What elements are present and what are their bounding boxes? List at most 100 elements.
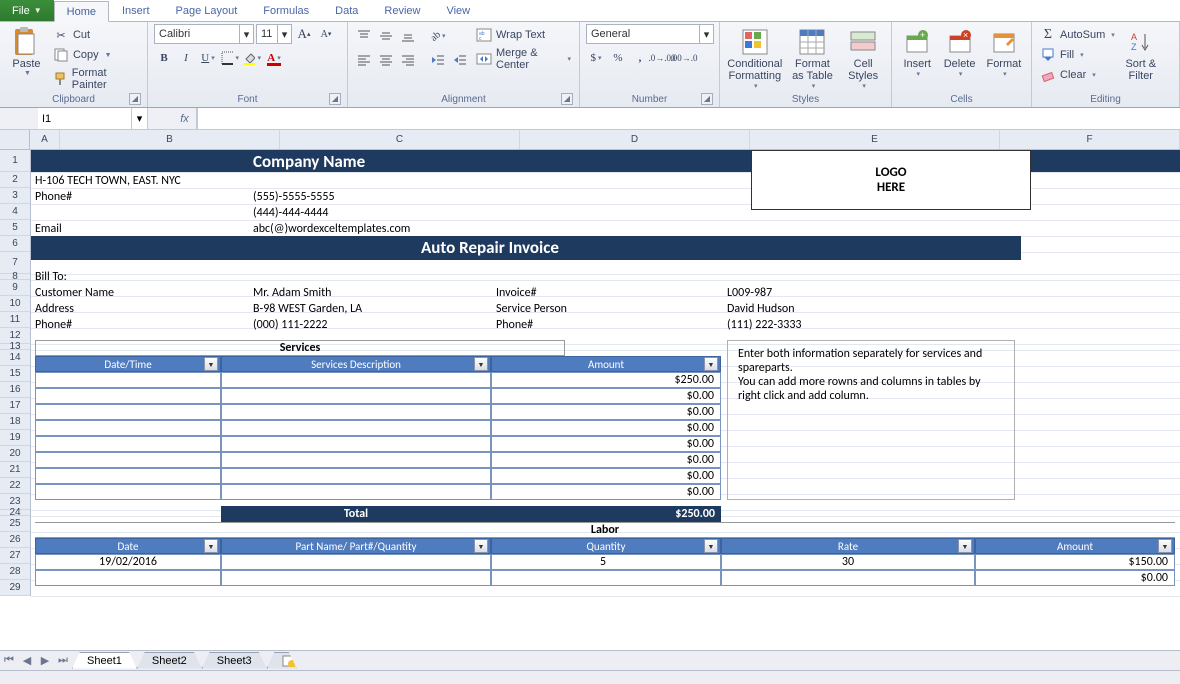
services-cell[interactable] bbox=[35, 404, 221, 420]
sort-filter-button[interactable]: AZ Sort & Filter bbox=[1121, 24, 1161, 82]
comma-format-button[interactable]: , bbox=[630, 48, 650, 68]
wrap-text-button[interactable]: abc Wrap Text bbox=[474, 26, 573, 44]
column-header-C[interactable]: C bbox=[280, 130, 520, 149]
row-header-22[interactable]: 22 bbox=[0, 478, 30, 494]
services-cell[interactable] bbox=[35, 468, 221, 484]
row-header-3[interactable]: 3 bbox=[0, 188, 30, 204]
sheet-tab-1[interactable]: Sheet1 bbox=[72, 652, 137, 669]
services-col-datetime[interactable]: Date/Time ▼ bbox=[35, 356, 221, 372]
sheet-nav-first[interactable]: ⏮ bbox=[0, 654, 18, 667]
border-button[interactable]: ▾ bbox=[220, 48, 240, 68]
filter-dropdown-icon[interactable]: ▼ bbox=[474, 539, 488, 553]
labor-rate[interactable]: 30 bbox=[721, 554, 975, 570]
sheet-nav-prev[interactable]: ◀ bbox=[18, 654, 36, 667]
tab-home[interactable]: Home bbox=[54, 1, 109, 22]
new-sheet-button[interactable] bbox=[267, 652, 297, 669]
format-as-table-button[interactable]: Format as Table▾ bbox=[788, 24, 838, 90]
underline-button[interactable]: U▾ bbox=[198, 48, 218, 68]
tab-pagelayout[interactable]: Page Layout bbox=[163, 0, 251, 21]
insert-cells-button[interactable]: + Insert▾ bbox=[898, 24, 936, 78]
dialog-launcher-icon[interactable]: ◢ bbox=[561, 93, 573, 105]
fill-button[interactable]: Fill▾ bbox=[1038, 46, 1117, 64]
labor-qty2[interactable] bbox=[491, 570, 721, 586]
services-cell[interactable]: $0.00 bbox=[491, 420, 721, 436]
labor-col-part[interactable]: Part Name/ Part#/Quantity▼ bbox=[221, 538, 491, 554]
dialog-launcher-icon[interactable]: ◢ bbox=[129, 93, 141, 105]
labor-col-amount[interactable]: Amount▼ bbox=[975, 538, 1175, 554]
row-header-18[interactable]: 18 bbox=[0, 414, 30, 430]
sheet-nav-next[interactable]: ▶ bbox=[36, 654, 54, 667]
services-cell[interactable]: $0.00 bbox=[491, 436, 721, 452]
services-cell[interactable] bbox=[221, 436, 491, 452]
filter-dropdown-icon[interactable]: ▼ bbox=[704, 357, 718, 371]
row-header-20[interactable]: 20 bbox=[0, 446, 30, 462]
tab-insert[interactable]: Insert bbox=[109, 0, 163, 21]
select-all-corner[interactable] bbox=[0, 130, 30, 150]
services-cell[interactable] bbox=[35, 436, 221, 452]
decrease-font-button[interactable]: A▾ bbox=[316, 24, 336, 44]
services-cell[interactable] bbox=[35, 372, 221, 388]
row-header-10[interactable]: 10 bbox=[0, 296, 30, 312]
row-header-15[interactable]: 15 bbox=[0, 366, 30, 382]
row-header-9[interactable]: 9 bbox=[0, 280, 30, 296]
services-cell[interactable] bbox=[221, 420, 491, 436]
formula-bar-input[interactable] bbox=[198, 108, 1180, 129]
align-top-button[interactable] bbox=[354, 26, 374, 46]
row-header-29[interactable]: 29 bbox=[0, 580, 30, 596]
accounting-format-button[interactable]: $▾ bbox=[586, 48, 606, 68]
merge-center-button[interactable]: Merge & Center ▾ bbox=[474, 46, 573, 72]
tab-data[interactable]: Data bbox=[322, 0, 371, 21]
name-box[interactable]: I1 ▾ bbox=[38, 108, 148, 129]
labor-date[interactable]: 19/02/2016 bbox=[35, 554, 221, 570]
align-right-button[interactable] bbox=[398, 50, 418, 70]
column-header-B[interactable]: B bbox=[60, 130, 280, 149]
services-cell[interactable]: $0.00 bbox=[491, 484, 721, 500]
row-header-27[interactable]: 27 bbox=[0, 548, 30, 564]
row-header-16[interactable]: 16 bbox=[0, 382, 30, 398]
horizontal-scrollbar[interactable] bbox=[0, 670, 1180, 684]
services-col-amount[interactable]: Amount ▼ bbox=[491, 356, 721, 372]
decrease-indent-button[interactable] bbox=[428, 50, 448, 70]
row-header-26[interactable]: 26 bbox=[0, 532, 30, 548]
labor-part[interactable] bbox=[221, 554, 491, 570]
cell-styles-button[interactable]: Cell Styles▾ bbox=[841, 24, 885, 90]
services-cell[interactable] bbox=[35, 452, 221, 468]
services-cell[interactable] bbox=[35, 484, 221, 500]
services-cell[interactable] bbox=[221, 372, 491, 388]
services-cell[interactable]: $0.00 bbox=[491, 404, 721, 420]
tab-review[interactable]: Review bbox=[371, 0, 433, 21]
row-header-4[interactable]: 4 bbox=[0, 204, 30, 220]
orientation-button[interactable]: ab▾ bbox=[428, 26, 448, 46]
filter-dropdown-icon[interactable]: ▼ bbox=[704, 539, 718, 553]
row-header-5[interactable]: 5 bbox=[0, 220, 30, 236]
cut-button[interactable]: ✂ Cut bbox=[51, 26, 141, 44]
increase-decimal-button[interactable]: .0→.00 bbox=[652, 48, 672, 68]
services-cell[interactable]: $0.00 bbox=[491, 452, 721, 468]
services-cell[interactable] bbox=[221, 468, 491, 484]
row-header-2[interactable]: 2 bbox=[0, 172, 30, 188]
services-cell[interactable] bbox=[221, 388, 491, 404]
row-header-1[interactable]: 1 bbox=[0, 150, 30, 172]
filter-dropdown-icon[interactable]: ▼ bbox=[474, 357, 488, 371]
file-tab[interactable]: File ▼ bbox=[0, 0, 54, 21]
row-header-28[interactable]: 28 bbox=[0, 564, 30, 580]
autosum-button[interactable]: Σ AutoSum▾ bbox=[1038, 26, 1117, 44]
number-format-combo[interactable]: General ▾ bbox=[586, 24, 714, 44]
dialog-launcher-icon[interactable]: ◢ bbox=[329, 93, 341, 105]
format-painter-button[interactable]: Format Painter bbox=[51, 66, 141, 92]
labor-col-date[interactable]: Date▼ bbox=[35, 538, 221, 554]
tab-formulas[interactable]: Formulas bbox=[250, 0, 322, 21]
labor-rate2[interactable] bbox=[721, 570, 975, 586]
column-header-E[interactable]: E bbox=[750, 130, 1000, 149]
conditional-formatting-button[interactable]: Conditional Formatting▾ bbox=[726, 24, 784, 90]
row-header-17[interactable]: 17 bbox=[0, 398, 30, 414]
bold-button[interactable]: B bbox=[154, 48, 174, 68]
labor-amount2[interactable]: $0.00 bbox=[975, 570, 1175, 586]
services-cell[interactable]: $0.00 bbox=[491, 388, 721, 404]
services-cell[interactable] bbox=[221, 452, 491, 468]
services-cell[interactable] bbox=[35, 420, 221, 436]
decrease-decimal-button[interactable]: .00→.0 bbox=[674, 48, 694, 68]
italic-button[interactable]: I bbox=[176, 48, 196, 68]
services-cell[interactable] bbox=[221, 404, 491, 420]
sheet-tab-3[interactable]: Sheet3 bbox=[202, 652, 267, 669]
